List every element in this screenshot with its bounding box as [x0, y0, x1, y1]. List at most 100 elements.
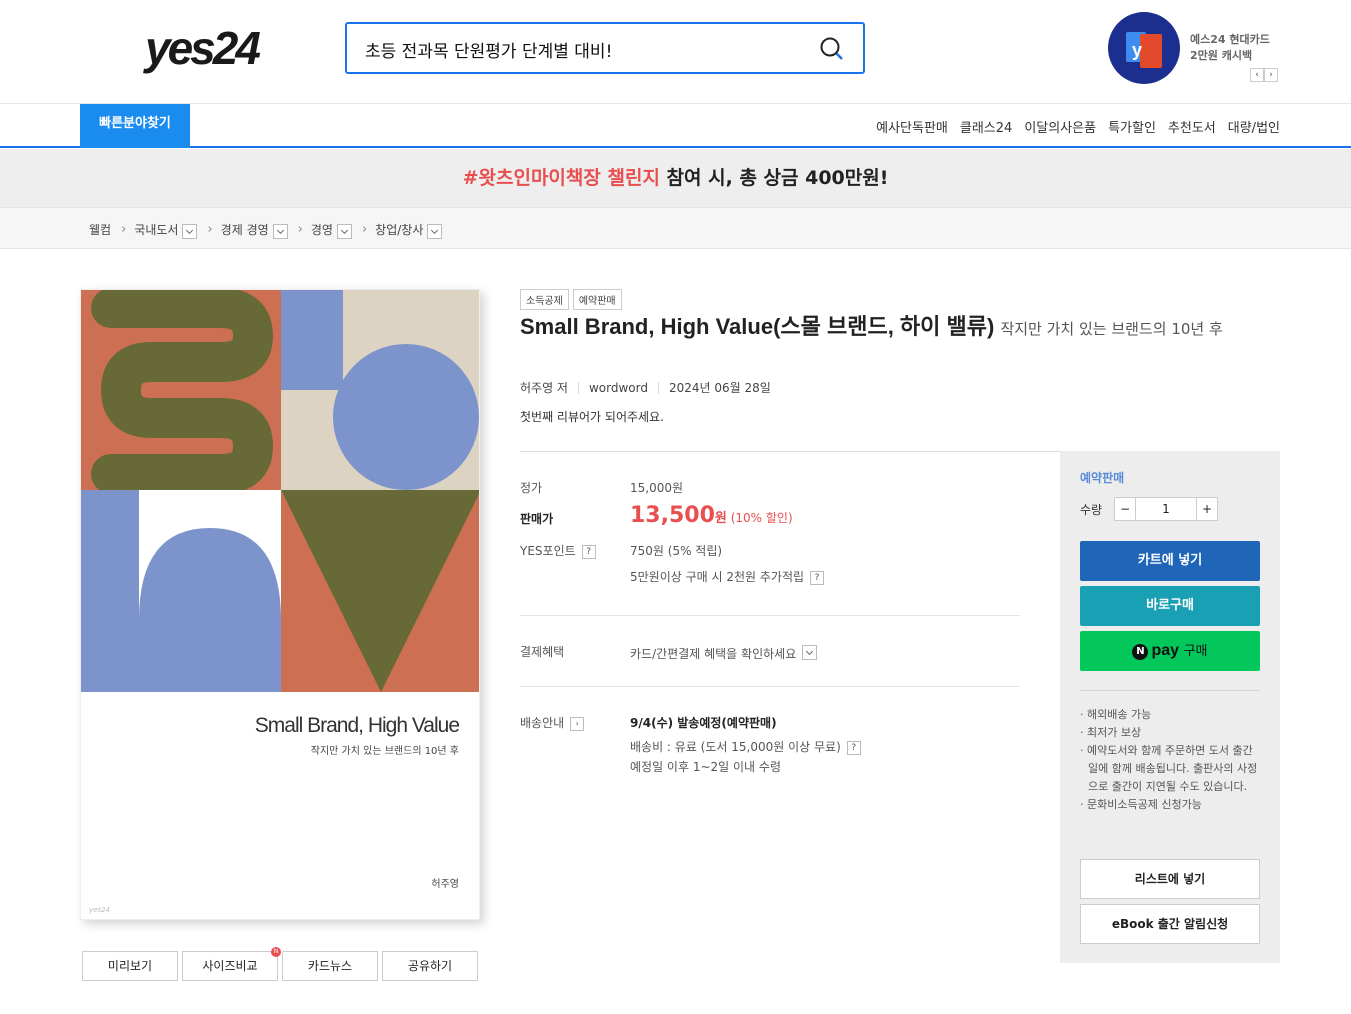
chevron-right-icon: › — [361, 222, 368, 237]
cover-author: 허주영 — [431, 879, 459, 890]
note-item: · 예약도서와 함께 주문하면 도서 출간일에 함께 배송됩니다. 출판사의 사… — [1080, 744, 1258, 793]
promo-text[interactable]: 예스24 현대카드 2만원 캐시백 — [1190, 32, 1270, 64]
nav-link[interactable]: 특가할인 — [1108, 117, 1156, 136]
book-cover[interactable]: Small Brand, High Value 작지만 가치 있는 브랜드의 1… — [80, 289, 480, 920]
shipping-label-row[interactable]: 배송안내 › — [520, 714, 585, 731]
help-icon[interactable]: ? — [581, 544, 596, 559]
share-button[interactable]: 공유하기 — [382, 951, 478, 981]
npay-logo-icon: N — [1132, 643, 1149, 660]
breadcrumb-item[interactable]: 웰컴 — [89, 221, 111, 238]
shipping-fee-row: 배송비 : 유료 (도서 15,000원 이상 무료)? — [630, 738, 861, 755]
promo-card-image[interactable]: y — [1108, 12, 1180, 84]
review-prompt[interactable]: 첫번째 리뷰어가 되어주세요. — [520, 408, 664, 425]
nav-link[interactable]: 추천도서 — [1168, 117, 1216, 136]
search-icon[interactable] — [819, 36, 845, 62]
npay-button[interactable]: Npay 구매 — [1080, 631, 1260, 671]
list-price: 15,000원 — [630, 481, 684, 495]
nav-link[interactable]: 이달의사은품 — [1024, 117, 1096, 136]
chevron-right-icon[interactable]: › — [570, 716, 585, 731]
event-banner[interactable]: #왓츠인마이책장 챌린지 참여 시, 총 상금 400만원! — [0, 149, 1351, 207]
search-bar[interactable]: 초등 전과목 단원평가 단계별 대비! — [345, 22, 865, 74]
quantity-input[interactable]: 1 — [1136, 497, 1196, 521]
add-to-wishlist-button[interactable]: 리스트에 넣기 — [1080, 859, 1260, 899]
point-extra: 5만원이상 구매 시 2천원 추가적립 — [630, 570, 805, 584]
note-item: · 해외배송 가능 — [1080, 708, 1152, 721]
site-header: yes24 초등 전과목 단원평가 단계별 대비! y 예스24 현대카드 2만… — [0, 0, 1351, 104]
cover-actions: 미리보기 사이즈비교 N 카드뉴스 공유하기 — [82, 947, 478, 981]
nav-link[interactable]: 예사단독판매 — [876, 117, 948, 136]
nav-links: 예사단독판매 클래스24 이달의사은품 특가할인 추천도서 대량/법인 — [876, 117, 1280, 136]
product-title-main: Small Brand, High Value(스몰 브랜드, 하이 밸류) — [520, 314, 995, 339]
divider — [520, 686, 1020, 687]
chevron-down-icon[interactable] — [336, 224, 352, 239]
chevron-down-icon[interactable] — [272, 224, 288, 239]
chevron-down-icon[interactable] — [802, 645, 818, 660]
quantity-minus-button[interactable]: − — [1114, 497, 1136, 521]
cover-artwork — [81, 290, 479, 692]
buy-now-button[interactable]: 바로구매 — [1080, 586, 1260, 626]
ebook-alert-button[interactable]: eBook 출간 알림신청 — [1080, 904, 1260, 944]
tag-badge: 예약판매 — [572, 289, 622, 310]
preview-button[interactable]: 미리보기 — [82, 951, 178, 981]
banner-text: 참여 시, 총 상금 400만원! — [659, 167, 889, 189]
quantity-plus-button[interactable]: + — [1196, 497, 1218, 521]
divider — [520, 615, 1020, 616]
yes24-logo[interactable]: yes24 — [143, 20, 285, 76]
product-subtitle: 작지만 가치 있는 브랜드의 10년 후 — [1000, 320, 1223, 338]
npay-buy-label: 구매 — [1183, 644, 1208, 659]
shipping-label: 배송안내 — [520, 716, 565, 730]
breadcrumb-item[interactable]: 국내도서 — [134, 221, 178, 238]
quick-category-button[interactable]: 빠른분야찾기 — [80, 104, 190, 148]
breadcrumb-item[interactable]: 창업/창사 — [375, 221, 423, 238]
product-tags: 소득공제 예약판매 — [520, 289, 622, 310]
chevron-down-icon[interactable] — [427, 224, 443, 239]
breadcrumb-item[interactable]: 경제 경영 — [221, 221, 269, 238]
purchase-notes: · 해외배송 가능 · 최저가 보상 · 예약도서와 함께 주문하면 도서 출간… — [1080, 706, 1260, 814]
size-compare-button[interactable]: 사이즈비교 N — [182, 947, 281, 981]
search-input[interactable]: 초등 전과목 단원평가 단계별 대비! — [365, 37, 612, 62]
publisher-link[interactable]: wordword — [589, 381, 648, 395]
shipping-fee: 배송비 : 유료 (도서 15,000원 이상 무료) — [630, 740, 841, 754]
chevron-right-icon: › — [297, 222, 303, 237]
publish-date: 2024년 06월 28일 — [668, 381, 771, 395]
nav-link[interactable]: 클래스24 — [960, 117, 1012, 136]
promo-arrows: ‹ › — [1250, 68, 1278, 82]
quantity-stepper: − 1 + — [1114, 497, 1218, 521]
author-link[interactable]: 허주영 저 — [520, 379, 568, 396]
add-to-cart-button[interactable]: 카트에 넣기 — [1080, 541, 1260, 581]
payment-label: 결제혜택 — [520, 645, 565, 659]
cover-publisher-mark: yes24 — [89, 906, 111, 914]
point-label: YES포인트 — [520, 544, 576, 558]
payment-benefit[interactable]: 카드/간편결제 혜택을 확인하세요 — [630, 643, 818, 662]
promo-next-button[interactable]: › — [1264, 68, 1278, 82]
nav-link[interactable]: 대량/법인 — [1228, 117, 1280, 136]
sale-price-label: 판매가 — [520, 512, 554, 526]
chevron-down-icon[interactable] — [182, 224, 198, 239]
svg-text:yes24: yes24 — [143, 22, 260, 74]
npay-pay-label: pay — [1151, 642, 1180, 659]
cover-title: Small Brand, High Value — [254, 714, 460, 737]
shipping-date: 9/4(수) 발송예정(예약판매) — [630, 716, 777, 730]
point-label-row: YES포인트? — [520, 542, 596, 559]
product-meta: 허주영 저 wordword 2024년 06월 28일 — [520, 379, 771, 396]
price-label: 정가 — [520, 481, 543, 495]
divider — [1080, 690, 1260, 691]
card-news-button[interactable]: 카드뉴스 — [282, 951, 378, 981]
new-badge: N — [271, 947, 281, 957]
promo-prev-button[interactable]: ‹ — [1250, 68, 1264, 82]
cover-subtitle: 작지만 가치 있는 브랜드의 10년 후 — [310, 746, 459, 757]
point-value: 750원 (5% 적립) — [630, 544, 723, 558]
sale-price-unit: 원 — [714, 511, 727, 526]
purchase-panel: 예약판매 수량 − 1 + 카트에 넣기 바로구매 Npay 구매 · 해외배송… — [1060, 451, 1280, 963]
sale-price: 13,500 — [630, 503, 715, 528]
sale-price-row: 13,500원 (10% 할인) — [630, 503, 793, 528]
main-nav: 빠른분야찾기 예사단독판매 클래스24 이달의사은품 특가할인 추천도서 대량/… — [0, 104, 1351, 148]
size-compare-label: 사이즈비교 — [202, 959, 258, 973]
breadcrumb-bar: 웰컴 › 국내도서 › 경제 경영 › 경영 › 창업/창사 — [0, 207, 1351, 249]
breadcrumb-item[interactable]: 경영 — [311, 221, 333, 238]
point-extra-row: 5만원이상 구매 시 2천원 추가적립? — [630, 568, 825, 585]
note-item: · 최저가 보상 — [1080, 726, 1142, 739]
help-icon[interactable]: ? — [846, 740, 861, 755]
chevron-right-icon: › — [207, 222, 213, 237]
help-icon[interactable]: ? — [810, 570, 825, 585]
